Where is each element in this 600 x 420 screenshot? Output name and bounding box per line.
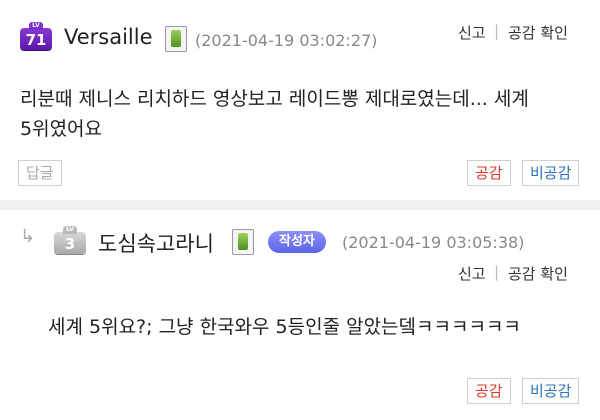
comment-text: 세계 5위요?; 그냥 한국와우 5등인줄 알았는뎈ㅋㅋㅋㅋㅋㅋ (48, 316, 521, 338)
comment-divider (0, 200, 600, 210)
nickname[interactable]: 도심속고라니 (98, 228, 214, 258)
upvote-button[interactable]: 공감 (467, 160, 511, 186)
report-link[interactable]: 신고 (458, 263, 486, 284)
level-number: 3 (64, 235, 76, 253)
reply-arrow-icon: ↳ (20, 226, 36, 247)
level-badge: LV 3 (54, 226, 86, 254)
meta-separator: | (494, 263, 500, 281)
level-badge: LV 71 (20, 22, 52, 50)
comment-1: LV 71 Versaille (2021-04-19 03:02:27) 신고… (0, 0, 600, 198)
nickname[interactable]: Versaille (64, 25, 153, 49)
comment-text-line-2: 5위였어요 (20, 118, 103, 140)
likes-check-link[interactable]: 공감 확인 (508, 263, 568, 284)
downvote-button[interactable]: 비공감 (522, 160, 580, 186)
level-tag: LV (63, 226, 77, 234)
level-number: 71 (25, 31, 47, 49)
meta-separator: | (494, 22, 500, 40)
upvote-button[interactable]: 공감 (467, 378, 511, 404)
reply-button[interactable]: 답글 (18, 160, 62, 186)
comment-date: (2021-04-19 03:05:38) (342, 233, 525, 252)
likes-check-link[interactable]: 공감 확인 (508, 22, 568, 43)
comment-text-line-1: 리분때 제니스 리치하드 영상보고 레이드뽕 제대로였는데... 세계 (20, 88, 529, 110)
comment-date: (2021-04-19 03:02:27) (195, 31, 378, 50)
report-link[interactable]: 신고 (458, 22, 486, 43)
mobile-icon (232, 229, 254, 255)
downvote-button[interactable]: 비공감 (522, 378, 580, 404)
author-badge: 작성자 (268, 231, 326, 253)
level-tag: LV (29, 22, 43, 30)
comment-2: ↳ LV 3 도심속고라니 작성자 (2021-04-19 03:05:38) … (0, 210, 600, 420)
mobile-icon (165, 26, 187, 52)
